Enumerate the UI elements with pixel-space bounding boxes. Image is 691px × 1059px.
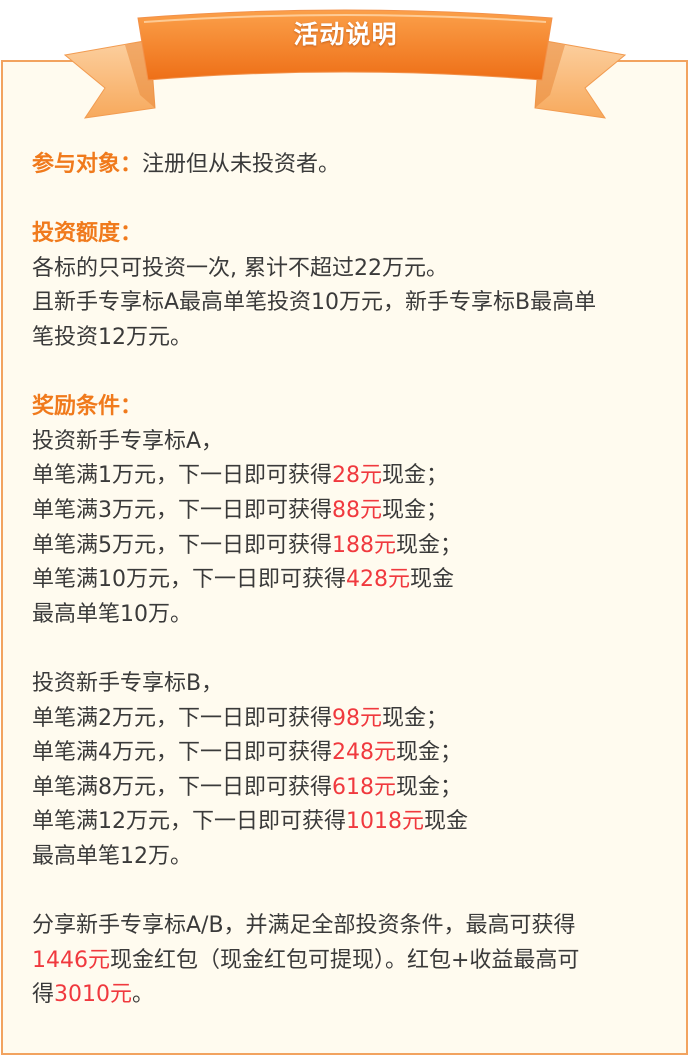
rewards-a-title: 投资新手专享标A， <box>32 428 224 454</box>
reward-suffix: 现金； <box>396 740 463 766</box>
reward-b-row: 单笔满4万元，下一日即可获得248元现金； <box>32 736 662 771</box>
share-line-1: 分享新手专享标A/B，并满足全部投资条件，最高可获得 <box>32 913 576 939</box>
reward-condition: 单笔满2万元，下一日即可获得 <box>32 705 332 731</box>
reward-a-row: 单笔满1万元，下一日即可获得28元现金； <box>32 459 662 494</box>
reward-condition: 单笔满5万元，下一日即可获得 <box>32 532 332 558</box>
rewards-b-max: 最高单笔12万。 <box>32 843 192 869</box>
reward-condition: 单笔满4万元，下一日即可获得 <box>32 740 332 766</box>
rewards-label: 奖励条件： <box>32 394 143 420</box>
reward-amount: 248元 <box>332 740 396 766</box>
target-label: 参与对象： <box>32 152 143 177</box>
activity-content: 参与对象：注册但从未投资者。 投资额度： 各标的只可投资一次, 累计不超过22万… <box>32 148 662 1013</box>
reward-condition: 单笔满10万元，下一日即可获得 <box>32 567 346 593</box>
reward-b-row: 单笔满12万元，下一日即可获得1018元现金 <box>32 805 662 840</box>
reward-suffix: 现金； <box>396 532 463 558</box>
share-red-packet-amount: 1446元 <box>32 947 110 973</box>
share-text: 得 <box>32 982 55 1008</box>
share-line-2: 1446元现金红包（现金红包可提现）。红包+收益最高可 <box>32 944 662 979</box>
reward-suffix: 现金； <box>382 705 449 731</box>
reward-suffix: 现金 <box>410 567 455 593</box>
reward-condition: 单笔满12万元，下一日即可获得 <box>32 809 346 835</box>
reward-amount: 428元 <box>346 567 410 593</box>
quota-line-3: 笔投资12万元。 <box>32 324 192 350</box>
reward-amount: 618元 <box>332 774 396 800</box>
share-line-3: 得3010元。 <box>32 978 662 1013</box>
target-line: 参与对象：注册但从未投资者。 <box>32 148 662 183</box>
reward-amount: 1018元 <box>346 809 424 835</box>
reward-a-row: 单笔满10万元，下一日即可获得428元现金 <box>32 563 662 598</box>
quota-line-1: 各标的只可投资一次, 累计不超过22万元。 <box>32 255 448 281</box>
reward-amount: 188元 <box>332 532 396 558</box>
reward-suffix: 现金 <box>424 809 469 835</box>
rewards-a-max: 最高单笔10万。 <box>32 601 192 627</box>
share-text: 。 <box>132 982 155 1008</box>
reward-condition: 单笔满8万元，下一日即可获得 <box>32 774 332 800</box>
quota-label: 投资额度： <box>32 221 143 247</box>
reward-amount: 88元 <box>332 497 382 523</box>
target-value: 注册但从未投资者。 <box>142 152 341 177</box>
reward-condition: 单笔满1万元，下一日即可获得 <box>32 463 332 489</box>
reward-condition: 单笔满3万元，下一日即可获得 <box>32 497 332 523</box>
quota-line-2: 且新手专享标A最高单笔投资10万元，新手专享标B最高单 <box>32 290 597 316</box>
reward-suffix: 现金； <box>396 774 463 800</box>
reward-a-row: 单笔满5万元，下一日即可获得188元现金； <box>32 529 662 564</box>
rewards-b-title: 投资新手专享标B， <box>32 670 224 696</box>
share-text: 现金红包（现金红包可提现）。红包+收益最高可 <box>110 947 580 973</box>
reward-amount: 28元 <box>332 463 382 489</box>
reward-suffix: 现金； <box>382 463 449 489</box>
reward-suffix: 现金； <box>382 497 449 523</box>
reward-amount: 98元 <box>332 705 382 731</box>
share-max-amount: 3010元 <box>54 982 133 1008</box>
reward-b-row: 单笔满2万元，下一日即可获得98元现金； <box>32 702 662 737</box>
reward-b-row: 单笔满8万元，下一日即可获得618元现金； <box>32 771 662 806</box>
page-title: 活动说明 <box>293 20 398 49</box>
reward-a-row: 单笔满3万元，下一日即可获得88元现金； <box>32 494 662 529</box>
